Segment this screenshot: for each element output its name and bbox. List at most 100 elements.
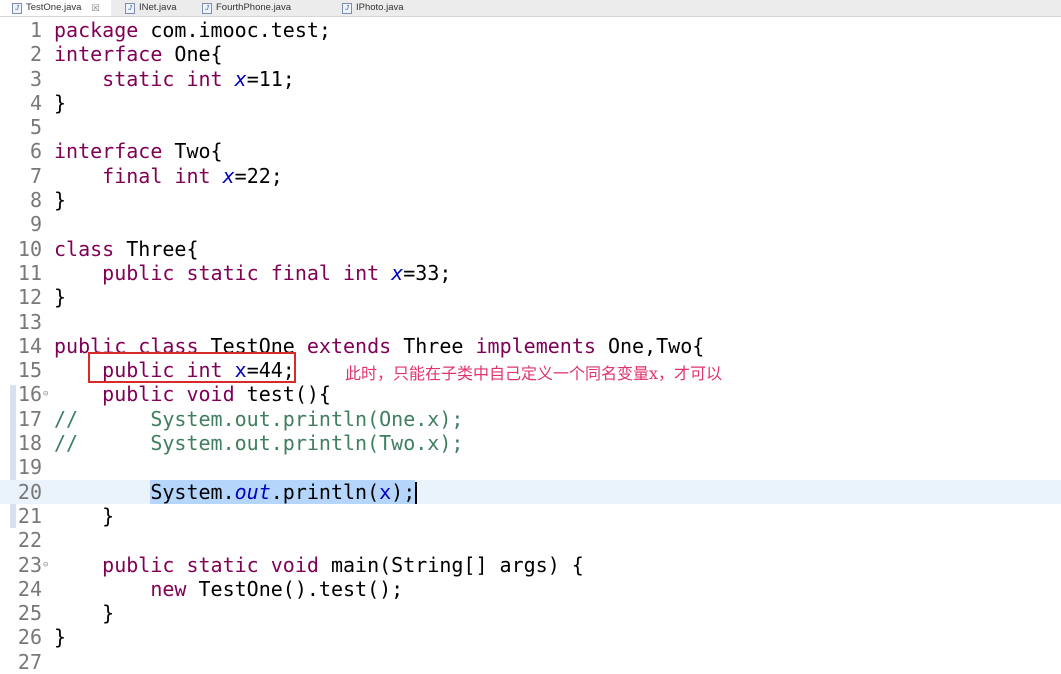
tab-label: INet.java [139,2,177,13]
code-token: System. [150,479,235,504]
line-number: 9 [29,212,42,237]
line-number: 10 [17,236,42,261]
code-text: package com.imooc.test; [54,18,331,42]
code-line[interactable]: 16 ⊖ public void test(){ [0,382,1061,406]
code-line[interactable]: 4} [0,91,1061,115]
code-token: Three{ [114,236,199,261]
code-line[interactable]: 17 // System.out.println(One.x); [0,407,1061,431]
code-token: static [102,66,175,91]
code-line[interactable]: 10 class Three{ [0,237,1061,261]
code-text: public void test(){ [54,382,331,406]
code-token: =33; [403,260,452,285]
line-number: 7 [29,163,42,188]
code-token: .println( [270,479,380,504]
code-token: int [174,163,211,188]
code-line[interactable]: 7 final int x=22; [0,164,1061,188]
code-line[interactable]: 6 interface Two{ [0,139,1061,163]
code-text: final int x=22; [54,164,283,188]
code-token: // System.out.println(One.x); [54,406,464,431]
code-token: public [102,382,175,407]
tab-label: TestOne.java [26,2,82,13]
code-line[interactable]: 11 public static final int x=33; [0,261,1061,285]
code-line[interactable]: 5 [0,115,1061,139]
code-line[interactable]: 12} [0,285,1061,309]
code-token: int [186,66,223,91]
editor-tab-bar: J TestOne.java ☒ J INet.java J FourthPhone.jav… [0,0,1061,17]
code-token: final [102,163,163,188]
code-editor[interactable]: 1 package com.imooc.test; 2 interface One{3… [0,18,1061,674]
code-line[interactable]: 22 [0,528,1061,552]
code-token: } [54,625,67,650]
text-cursor [415,482,417,505]
code-token: } [54,285,67,310]
code-text: } [54,601,114,625]
code-text: new TestOne().test(); [54,577,403,601]
highlight-box [88,352,296,383]
code-token: public [102,552,175,577]
line-number: 26 [17,625,42,650]
tab-testone[interactable]: J TestOne.java ☒ [0,0,111,16]
code-line[interactable]: 1 package com.imooc.test; [0,18,1061,42]
code-token: =11; [246,66,295,91]
tab-label: IPhoto.java [356,2,404,13]
code-line[interactable]: 9 [0,212,1061,236]
code-token: final [270,260,331,285]
fold-icon[interactable]: ⊖ [43,382,48,406]
code-token: static [186,260,259,285]
code-token: static [186,552,259,577]
tab-iphoto[interactable]: J IPhoto.java [330,0,420,16]
code-line[interactable]: 3 static int x=11; [0,67,1061,91]
code-token: Two{ [162,139,223,164]
code-text: } [54,91,66,115]
code-line[interactable]: 25 } [0,601,1061,625]
line-number: 11 [17,260,42,285]
code-line[interactable]: 20 System.out.println(x); [0,479,1061,505]
line-number: 23 [17,552,42,577]
code-token: // System.out.println(Two.x); [54,431,464,456]
code-line[interactable]: 13 [0,310,1061,334]
code-line[interactable]: 23 ⊖ public static void main(String[] arg… [0,553,1061,577]
code-line[interactable]: 24 new TestOne().test(); [0,577,1061,601]
code-text: interface One{ [54,42,223,66]
line-number: 14 [17,333,42,358]
code-token: } [54,601,115,626]
code-text: interface Two{ [54,139,223,163]
code-token: implements [475,333,596,358]
line-number: 5 [29,115,42,140]
code-line[interactable]: 2 interface One{ [0,42,1061,66]
fold-icon[interactable]: ⊖ [43,553,48,577]
code-line[interactable]: 27 [0,650,1061,674]
code-line[interactable]: 19 [0,455,1061,479]
code-token: =22; [234,163,283,188]
tab-fourthphone[interactable]: J FourthPhone.java [190,0,328,16]
tab-inet[interactable]: J INet.java [113,0,188,16]
line-number: 12 [17,285,42,310]
code-token: class [54,236,115,261]
java-file-icon: J [342,2,352,14]
code-token: int [343,260,380,285]
code-token: } [54,503,115,528]
line-number: 24 [17,576,42,601]
line-number: 6 [29,139,42,164]
code-token: new [150,576,187,601]
line-number: 22 [17,528,42,553]
code-line[interactable]: 26} [0,625,1061,649]
code-line[interactable]: 21 } [0,504,1061,528]
line-number: 13 [17,309,42,334]
code-text: static int x=11; [54,67,295,91]
line-number: 19 [17,455,42,480]
code-token: Three [391,333,476,358]
java-file-icon: J [12,2,22,14]
line-number: 27 [17,649,42,674]
close-tab-icon[interactable]: ☒ [91,0,99,16]
code-line[interactable]: 18 // System.out.println(Two.x); [0,431,1061,455]
code-line[interactable]: 8} [0,188,1061,212]
